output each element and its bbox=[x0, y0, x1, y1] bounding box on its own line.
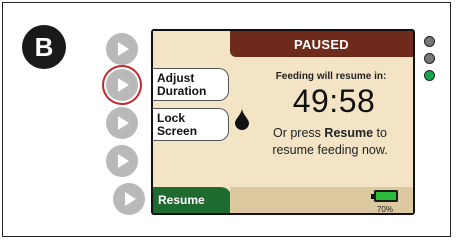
lock-screen-line2: Screen bbox=[157, 124, 198, 138]
instruction-prefix: Or press bbox=[273, 126, 321, 140]
screen-header: PAUSED bbox=[230, 31, 413, 57]
play-arrow-icon bbox=[118, 116, 129, 130]
resume-message: Feeding will resume in: bbox=[275, 71, 387, 82]
resume-button[interactable]: Resume bbox=[153, 187, 231, 213]
instruction-suffix: to bbox=[376, 126, 387, 140]
play-arrow-icon bbox=[118, 154, 129, 168]
countdown-timer: 49:58 bbox=[292, 83, 376, 119]
adjust-duration-line2: Duration bbox=[157, 84, 207, 98]
instruction-line2: resume feeding now. bbox=[272, 143, 388, 157]
play-arrow-icon bbox=[118, 42, 129, 56]
lock-screen-button[interactable]: Lock Screen bbox=[153, 108, 229, 141]
side-button-4[interactable] bbox=[106, 145, 138, 177]
led-top bbox=[424, 36, 435, 47]
side-button-3[interactable] bbox=[106, 107, 138, 139]
screen-content bbox=[230, 31, 413, 213]
adjust-duration-button[interactable]: Adjust Duration bbox=[153, 68, 229, 101]
play-arrow-icon bbox=[125, 192, 136, 206]
led-middle bbox=[424, 53, 435, 64]
side-button-1[interactable] bbox=[106, 33, 138, 65]
side-button-2[interactable] bbox=[106, 69, 138, 101]
resume-instruction: Or press Resume to resume feeding now. bbox=[247, 125, 413, 159]
led-bottom bbox=[424, 70, 435, 81]
side-button-5[interactable] bbox=[113, 183, 145, 215]
battery-icon bbox=[371, 190, 398, 202]
play-arrow-icon bbox=[118, 78, 129, 92]
battery-percent: 70% bbox=[376, 205, 393, 214]
step-badge: B bbox=[22, 25, 66, 69]
instruction-bold: Resume bbox=[324, 126, 374, 140]
pump-screen: PAUSED Adjust Duration Lock Screen Resum… bbox=[151, 29, 415, 215]
